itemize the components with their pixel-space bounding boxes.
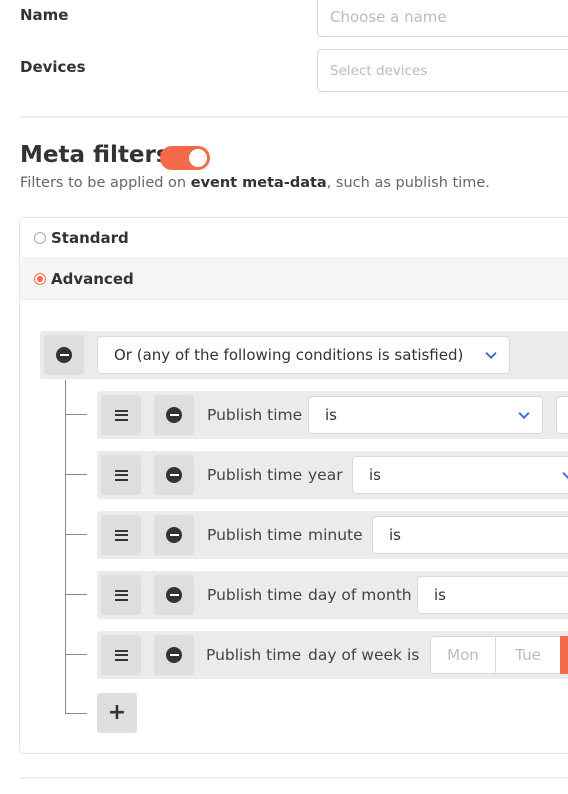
meta-filters-title: Meta filters [20, 142, 170, 168]
remove-rule-button[interactable] [154, 455, 194, 495]
desc-bold: event meta-data [190, 175, 327, 191]
minus-circle-icon [166, 647, 182, 663]
devices-label: Devices [20, 58, 86, 76]
operator-select[interactable]: is [417, 576, 568, 614]
rule-field: Publish time [206, 646, 302, 664]
drag-handle-icon [114, 589, 128, 601]
rule-operator: is [407, 646, 420, 664]
radio-advanced[interactable]: Advanced [20, 259, 568, 300]
weekday-selected[interactable] [560, 636, 568, 674]
drag-handle-icon [114, 529, 128, 541]
operator-value: is [369, 466, 381, 484]
divider [20, 777, 568, 779]
meta-filters-toggle[interactable] [160, 146, 210, 170]
rule-part: day of month [308, 586, 412, 604]
devices-select[interactable]: Select devices [317, 49, 568, 92]
drag-handle[interactable] [101, 395, 141, 435]
weekday-mon[interactable]: Mon [430, 636, 496, 674]
toggle-knob [189, 149, 207, 167]
minus-circle-icon [166, 467, 182, 483]
chevron-down-icon [562, 467, 568, 480]
tree-line-vertical [65, 380, 66, 714]
drag-handle-icon [114, 409, 128, 421]
value-input[interactable] [556, 396, 568, 434]
rule-row: Publish time is [97, 391, 568, 439]
devices-placeholder: Select devices [330, 62, 428, 79]
rule-row: Publish time year is [97, 451, 568, 499]
tree-line-branch [65, 474, 87, 475]
rule-row: Publish time minute is [97, 511, 568, 559]
tree-line-branch [65, 713, 87, 714]
rule-field: Publish time [207, 406, 303, 424]
divider [20, 116, 568, 118]
operator-select[interactable]: is [352, 456, 568, 494]
page: Name Choose a name Devices Select device… [0, 0, 568, 794]
operator-value: is [389, 526, 401, 544]
radio-standard-indicator[interactable] [34, 232, 46, 244]
drag-handle[interactable] [101, 575, 141, 615]
desc-suffix: , such as publish time. [326, 175, 490, 191]
tree-line-branch [65, 534, 87, 535]
name-input[interactable]: Choose a name [317, 0, 568, 37]
remove-group-button[interactable] [44, 335, 84, 375]
minus-circle-icon [166, 587, 182, 603]
chevron-down-icon [518, 407, 530, 420]
radio-advanced-label: Advanced [51, 270, 134, 288]
operator-select[interactable]: is [308, 396, 543, 434]
minus-circle-icon [166, 407, 182, 423]
name-placeholder: Choose a name [330, 7, 447, 26]
rule-part: day of week [308, 646, 403, 664]
operator-value: is [434, 586, 446, 604]
operator-value: is [325, 406, 337, 424]
remove-rule-button[interactable] [154, 395, 194, 435]
drag-handle[interactable] [101, 455, 141, 495]
rule-part: year [308, 466, 343, 484]
radio-standard[interactable]: Standard [20, 218, 568, 259]
add-rule-button[interactable]: + [97, 693, 137, 733]
drag-handle-icon [114, 649, 128, 661]
rule-row: Publish time day of month is [97, 571, 568, 619]
combinator-select[interactable]: Or (any of the following conditions is s… [97, 336, 510, 374]
weekday-picker: Mon Tue [430, 636, 568, 674]
rule-group-header: Or (any of the following conditions is s… [40, 331, 568, 379]
rule-field: Publish time [207, 526, 303, 544]
drag-handle[interactable] [101, 515, 141, 555]
minus-circle-icon [166, 527, 182, 543]
combinator-value: Or (any of the following conditions is s… [114, 346, 464, 364]
name-label: Name [20, 6, 69, 24]
rule-part: minute [308, 526, 363, 544]
rule-field: Publish time [207, 586, 303, 604]
remove-rule-button[interactable] [154, 575, 194, 615]
remove-rule-button[interactable] [154, 515, 194, 555]
minus-circle-icon [56, 347, 72, 363]
desc-prefix: Filters to be applied on [20, 175, 191, 191]
radio-advanced-indicator[interactable] [34, 273, 46, 285]
tree-line-branch [65, 414, 87, 415]
remove-rule-button[interactable] [154, 635, 194, 675]
drag-handle[interactable] [101, 635, 141, 675]
rule-field: Publish time [207, 466, 303, 484]
drag-handle-icon [114, 469, 128, 481]
plus-icon: + [107, 700, 127, 725]
meta-filters-description: Filters to be applied on event meta-data… [20, 175, 490, 191]
chevron-down-icon [485, 347, 497, 360]
tree-line-branch [65, 654, 87, 655]
weekday-tue[interactable]: Tue [495, 636, 561, 674]
radio-standard-label: Standard [51, 229, 129, 247]
tree-line-branch [65, 594, 87, 595]
operator-select[interactable]: is [372, 516, 568, 554]
